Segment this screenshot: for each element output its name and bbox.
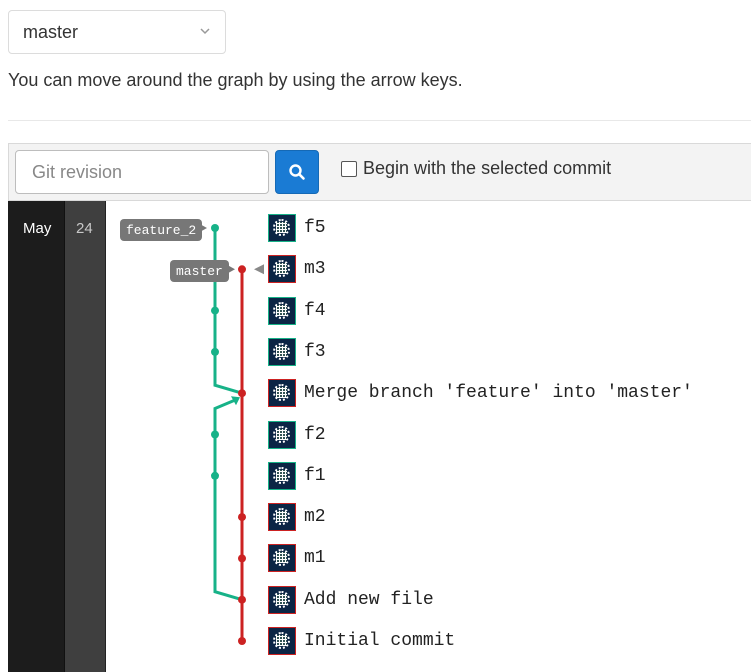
checkbox-box[interactable] — [341, 160, 357, 177]
author-avatar — [268, 214, 296, 242]
commit-graph[interactable]: May 24 f5 m3 f4 f3 Merge branch 'feature' in… — [8, 201, 751, 672]
commit-row[interactable]: Merge branch 'feature' into 'master' — [268, 375, 693, 411]
feature-branch-line-lower — [213, 397, 243, 602]
commit-dot — [238, 265, 246, 274]
commit-row[interactable]: f2 — [268, 417, 326, 453]
git-revision-input[interactable] — [15, 150, 269, 194]
commit-dot — [238, 595, 246, 604]
author-avatar — [268, 296, 296, 325]
commit-row[interactable]: m1 — [268, 540, 326, 576]
search-button[interactable] — [275, 150, 319, 194]
author-avatar — [268, 255, 296, 284]
commit-message: m3 — [304, 259, 326, 280]
commit-message: f4 — [304, 300, 326, 321]
author-avatar — [268, 337, 296, 366]
commit-message: f3 — [304, 341, 326, 362]
graph-navigation-hint: You can move around the graph by using t… — [8, 70, 463, 90]
branch-select-value: master — [23, 21, 79, 42]
begin-with-selected-commit-checkbox[interactable]: Begin with the selected commit — [341, 158, 611, 179]
author-avatar — [268, 461, 296, 490]
commit-row[interactable]: f3 — [268, 334, 326, 370]
commit-row[interactable]: f1 — [268, 458, 326, 494]
commit-message: Add new file — [304, 589, 434, 610]
branch-select[interactable]: master — [8, 10, 226, 54]
commit-dot — [238, 389, 246, 398]
author-avatar — [268, 544, 296, 573]
graph-toolbar: Begin with the selected commit — [8, 143, 751, 201]
commit-message: f5 — [304, 218, 326, 238]
commit-row[interactable]: Add new file — [268, 582, 434, 618]
commit-dot — [211, 471, 219, 480]
commit-row[interactable]: m2 — [268, 499, 326, 535]
commit-row[interactable]: Initial commit — [268, 623, 455, 659]
ref-label-feature-2[interactable]: feature_2 — [120, 219, 203, 241]
author-avatar — [268, 379, 296, 408]
commit-dot — [238, 513, 246, 522]
commit-row[interactable]: f4 — [268, 293, 326, 329]
commit-dot — [211, 430, 219, 439]
commit-dot — [211, 347, 219, 356]
author-avatar — [268, 585, 296, 614]
head-pointer-icon — [254, 264, 264, 275]
divider — [8, 120, 751, 121]
commit-message: m1 — [304, 548, 326, 569]
search-icon — [289, 164, 305, 180]
commit-dot — [211, 224, 219, 232]
commit-row[interactable]: f5 — [268, 210, 326, 246]
begin-with-selected-commit-label: Begin with the selected commit — [363, 158, 612, 178]
author-avatar — [268, 503, 296, 532]
commit-message: Merge branch 'feature' into 'master' — [304, 383, 693, 404]
commit-dot — [238, 554, 246, 563]
commit-dot — [211, 306, 219, 315]
commit-message: Initial commit — [304, 631, 456, 651]
commit-row[interactable]: m3 — [268, 251, 326, 287]
commit-message: m2 — [304, 507, 326, 528]
commit-message: f2 — [304, 424, 326, 445]
feature-branch-line — [213, 228, 243, 395]
ref-label-master[interactable]: master — [170, 260, 229, 282]
author-avatar — [268, 627, 296, 655]
author-avatar — [268, 420, 296, 449]
chevron-down-icon — [200, 28, 210, 35]
commit-message: f1 — [304, 465, 326, 486]
commit-dot — [238, 637, 246, 645]
